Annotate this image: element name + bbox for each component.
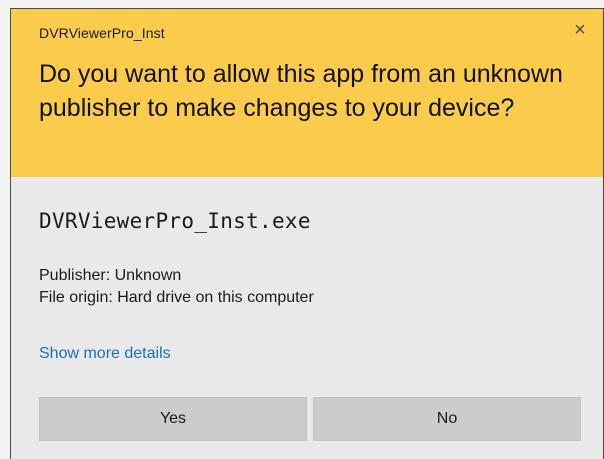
publisher-info: Publisher: Unknown xyxy=(39,267,182,284)
show-more-details-link[interactable]: Show more details xyxy=(39,345,171,363)
button-row: Yes No xyxy=(39,397,581,441)
app-name: DVRViewerPro_Inst xyxy=(39,25,165,41)
screen: DVRViewerPro_Inst × Do you want to allow… xyxy=(0,0,604,459)
close-icon: × xyxy=(574,19,586,41)
dialog-header: DVRViewerPro_Inst × Do you want to allow… xyxy=(11,9,603,177)
uac-dialog: DVRViewerPro_Inst × Do you want to allow… xyxy=(10,8,604,459)
file-name: DVRViewerPro_Inst.exe xyxy=(39,209,311,233)
file-origin-info: File origin: Hard drive on this computer xyxy=(39,289,314,306)
close-button[interactable]: × xyxy=(569,19,591,41)
no-button[interactable]: No xyxy=(313,397,581,441)
yes-button[interactable]: Yes xyxy=(39,397,307,441)
prompt-question: Do you want to allow this app from an un… xyxy=(39,60,563,122)
dialog-body: DVRViewerPro_Inst.exe Publisher: Unknown… xyxy=(11,177,603,459)
